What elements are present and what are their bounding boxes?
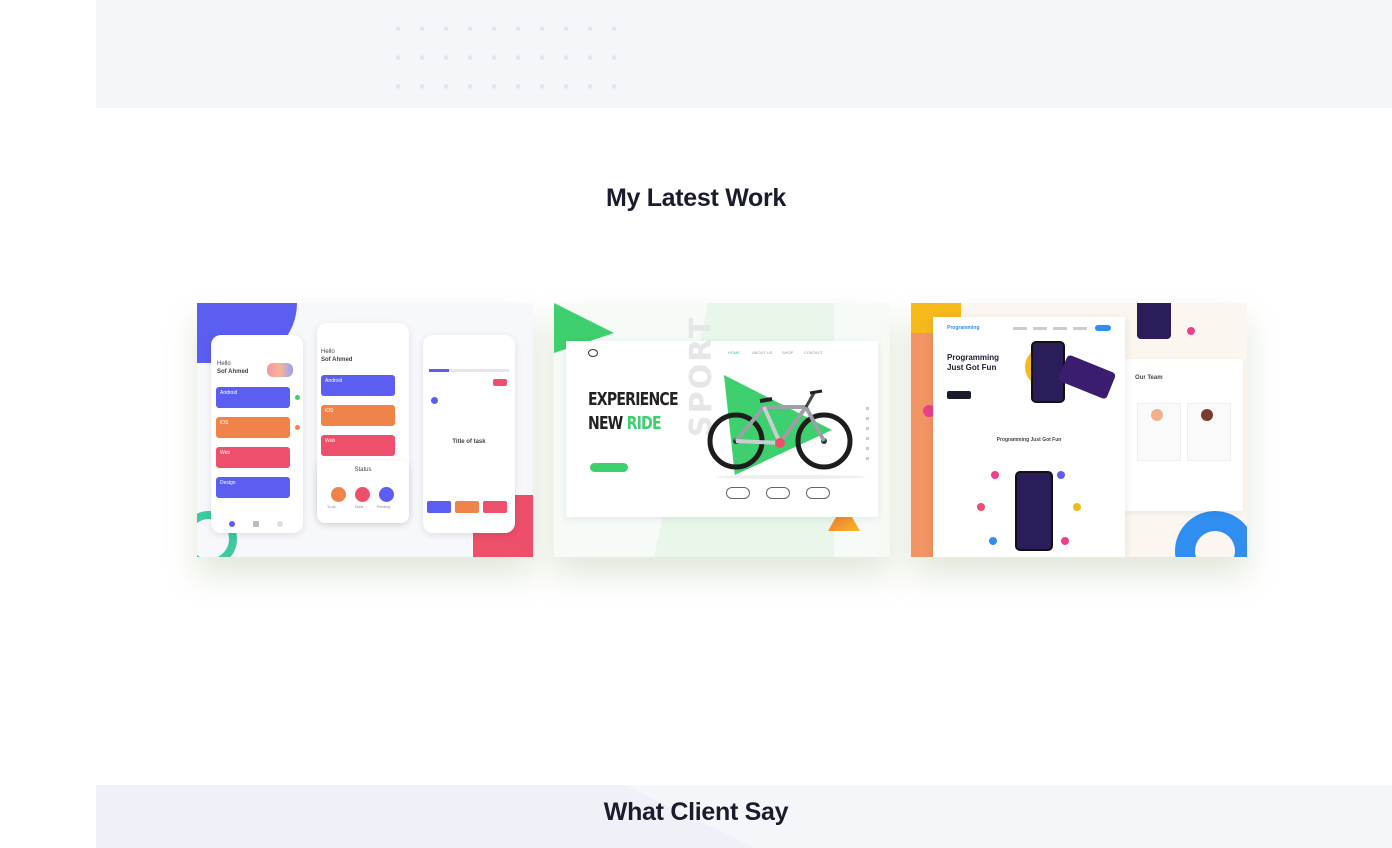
feature-dot-pink	[991, 471, 999, 479]
todo-circle-icon[interactable]	[331, 487, 346, 502]
nav-home[interactable]: HOME	[728, 350, 740, 355]
previous-section-band	[96, 0, 1392, 108]
hero-title-line-1: Programming	[947, 353, 1000, 362]
latest-work-heading: My Latest Work	[605, 184, 787, 212]
status-title: Status	[354, 467, 372, 473]
user-name: Sof Ahmed	[321, 357, 353, 363]
hero-title-line-2: Just Got Fun	[947, 363, 997, 372]
bike-thumb-3[interactable]	[806, 487, 830, 499]
nav-bar	[1013, 327, 1093, 330]
task-row-orange[interactable]: iOS	[321, 405, 395, 426]
pending-circle-icon[interactable]	[379, 487, 394, 502]
shop-now-button[interactable]	[590, 463, 628, 472]
team-page-frame: Our Team	[1125, 359, 1243, 511]
details-title: Title of task	[452, 439, 486, 445]
pink-dot-icon	[1187, 327, 1195, 335]
action-button-red[interactable]	[483, 501, 507, 513]
task-row-purple[interactable]: Android	[216, 387, 290, 408]
nav-about[interactable]: ABOUT US	[752, 350, 772, 355]
task-row-blue[interactable]: Design	[216, 477, 290, 498]
bike-thumb-2[interactable]	[766, 487, 790, 499]
landing-page-frame: HOME ABOUT US SHOP CONTACT EXPERIENCE NE…	[566, 316, 878, 517]
action-button-blue[interactable]	[427, 501, 451, 513]
brand-logo[interactable]: Programming	[947, 325, 980, 331]
status-popup: Status To-do Done Pending	[317, 461, 409, 523]
portfolio-card-task-app[interactable]: Hello Sof Ahmed Android iOS Web Design H…	[197, 303, 533, 557]
feature-dot-purple	[1057, 471, 1065, 479]
status-dot-icon	[295, 425, 300, 430]
done-label: Done	[355, 505, 364, 509]
feature-dot-blue	[989, 537, 997, 545]
status-dot-icon	[295, 395, 300, 400]
phone-screen-home: Hello Sof Ahmed Android iOS Web Design	[211, 335, 303, 533]
todo-label: To-do	[327, 505, 336, 509]
feature-dot-red	[977, 503, 985, 511]
bike-thumb-1[interactable]	[726, 487, 750, 499]
orange-stripe-decoration	[911, 333, 933, 557]
greeting-text: Hello	[217, 361, 231, 367]
avatar-dot-icon	[431, 397, 438, 404]
done-circle-icon[interactable]	[355, 487, 370, 502]
portfolio-card-programming-landing[interactable]: Our Team Programming Programming Just Go…	[911, 303, 1247, 557]
team-title: Our Team	[1135, 375, 1163, 381]
progress-bar-fill	[429, 369, 449, 372]
task-row-red[interactable]: Web	[321, 435, 395, 456]
bicycle-image	[707, 389, 853, 470]
avatar	[1201, 409, 1213, 421]
task-row-red[interactable]: Web	[216, 447, 290, 468]
task-row-orange[interactable]: iOS	[216, 417, 290, 438]
profile-nav-icon[interactable]	[277, 521, 283, 527]
headline-line-2: NEW RIDE	[588, 413, 662, 434]
home-nav-icon[interactable]	[229, 521, 235, 527]
phone-screen-details: Title of task	[423, 335, 515, 533]
user-name: Sof Ahmed	[217, 369, 249, 375]
phone-mockup-feature	[1015, 471, 1053, 551]
client-testimonials-heading: What Client Say	[603, 798, 789, 826]
bike-logo-icon	[588, 349, 598, 357]
illustration-icon	[267, 363, 293, 377]
dot-pattern-decoration	[386, 14, 636, 108]
menu-nav-icon[interactable]	[253, 521, 259, 527]
app-store-button[interactable]	[947, 391, 971, 399]
pending-label: Pending	[377, 505, 390, 509]
nav-contact[interactable]: CONTACT	[804, 350, 823, 355]
signup-button[interactable]	[1095, 325, 1111, 331]
landing-page-frame: Programming Programming Just Got Fun Pro…	[933, 317, 1125, 557]
phone-mockup-small	[1137, 303, 1171, 339]
task-row-purple[interactable]: Android	[321, 375, 395, 396]
feature-dot-yellow	[1073, 503, 1081, 511]
shadow-ellipse	[716, 475, 866, 479]
greeting-text: Hello	[321, 349, 335, 355]
nav-shop[interactable]: SHOP	[782, 350, 793, 355]
tablet-mockup-hero	[1057, 354, 1117, 400]
action-button-orange[interactable]	[455, 501, 479, 513]
portfolio-card-bike-landing[interactable]: HOME ABOUT US SHOP CONTACT EXPERIENCE NE…	[554, 303, 890, 557]
feature-dot-pink	[1061, 537, 1069, 545]
headline-line-1: EXPERIENCE	[588, 389, 679, 410]
section-title: Programming Just Got Fun	[996, 437, 1062, 443]
avatar	[1151, 409, 1163, 421]
tag-badge	[493, 379, 507, 386]
slider-dots[interactable]	[866, 407, 869, 467]
